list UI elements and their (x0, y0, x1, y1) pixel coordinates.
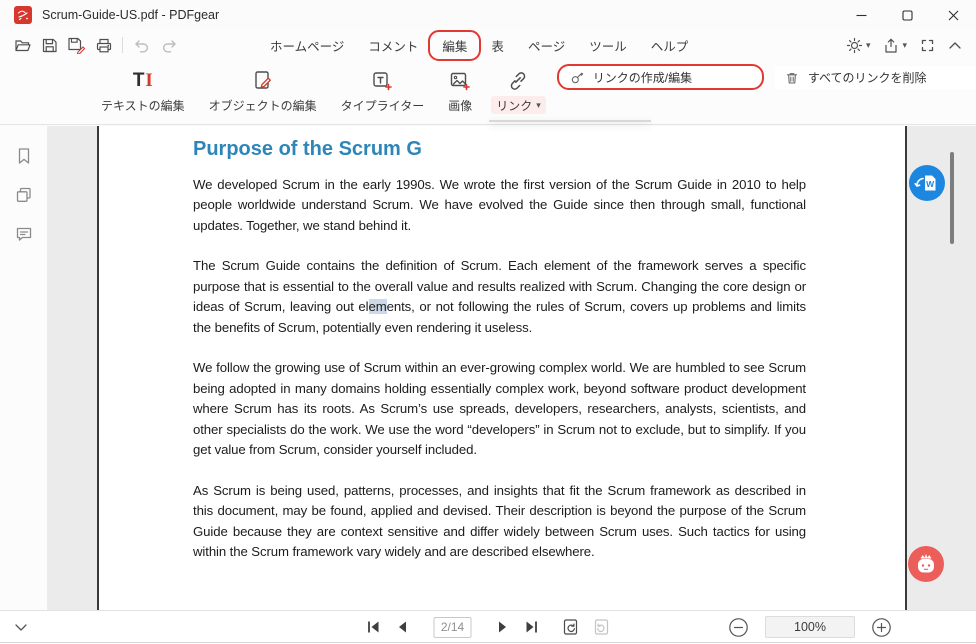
edit-text-button[interactable]: TI テキストの編集 (96, 66, 190, 114)
document-paragraph: We developed Scrum in the early 1990s. W… (193, 175, 806, 237)
edit-text-icon: TI (133, 66, 153, 96)
menu-tab-tools[interactable]: ツール (587, 34, 629, 57)
collapse-statusbar-button[interactable] (14, 623, 28, 632)
link-button[interactable]: リンク▾ (491, 66, 546, 114)
caret-down-icon: ▾ (866, 41, 871, 50)
text-selection-highlight: em (369, 299, 387, 314)
edit-toolbar: TI テキストの編集 オブジェクトの編集 タイプライター 画像 (0, 60, 976, 124)
robot-assistant-icon (908, 546, 944, 582)
document-paragraph: The Scrum Guide contains the definition … (193, 256, 806, 338)
toolbar-divider (122, 37, 123, 53)
window-tools: ▾ ▾ (846, 30, 962, 60)
page-navigation: 2/14 (366, 611, 611, 643)
thumbnails-panel-button[interactable] (14, 185, 34, 205)
edit-object-button[interactable]: オブジェクトの編集 (204, 66, 322, 114)
save-as-button[interactable] (67, 36, 86, 54)
close-button[interactable] (930, 0, 976, 30)
status-bar: 2/14 100% (0, 610, 976, 643)
maximize-button[interactable] (884, 0, 930, 30)
comments-panel-button[interactable] (14, 224, 34, 244)
left-panel-bar (0, 126, 48, 610)
first-page-button[interactable] (366, 619, 382, 635)
collapse-ribbon-button[interactable] (948, 41, 962, 50)
zoom-in-button[interactable] (871, 617, 892, 638)
next-page-button[interactable] (497, 619, 511, 635)
bookmarks-panel-button[interactable] (14, 146, 34, 166)
fullscreen-button[interactable] (920, 38, 935, 53)
typewriter-icon (370, 66, 394, 96)
create-edit-link-icon (570, 71, 584, 85)
pdf-page-content: Purpose of the Scrum G We developed Scru… (193, 136, 806, 583)
caret-down-icon: ▾ (902, 41, 907, 50)
zoom-controls: 100% (728, 611, 892, 643)
pdfgear-logo-icon (14, 6, 32, 24)
document-heading: Purpose of the Scrum G (193, 139, 806, 160)
title-bar: Scrum-Guide-US.pdf - PDFgear (0, 0, 976, 30)
open-file-button[interactable] (14, 37, 32, 54)
svg-text:W: W (926, 179, 935, 189)
redo-button[interactable] (160, 37, 179, 54)
print-button[interactable] (95, 37, 113, 54)
menu-tab-home[interactable]: ホームページ (268, 34, 346, 57)
previous-page-button[interactable] (395, 619, 409, 635)
convert-to-word-icon: W (909, 165, 945, 201)
convert-to-word-button[interactable]: W (909, 165, 945, 201)
menu-tab-comment[interactable]: コメント (366, 34, 420, 57)
insert-image-button[interactable]: 画像 (443, 66, 477, 114)
vertical-scrollbar[interactable] (950, 152, 954, 244)
delete-all-links-icon (785, 71, 799, 85)
link-icon (506, 66, 530, 96)
next-view-button[interactable] (593, 618, 611, 636)
link-button-label: リンク▾ (491, 96, 546, 114)
last-page-button[interactable] (524, 619, 540, 635)
caret-down-icon: ▾ (536, 101, 541, 110)
menu-item-delete-all-links[interactable]: すべてのリンクを削除 (775, 66, 976, 89)
theme-button[interactable]: ▾ (846, 37, 871, 54)
menu-tab-page[interactable]: ページ (526, 34, 567, 57)
menu-tab-help[interactable]: ヘルプ (649, 34, 691, 57)
edit-object-icon (251, 66, 275, 96)
menu-tab-table[interactable]: 表 (489, 34, 506, 57)
link-dropdown-menu (489, 120, 651, 122)
menu-tab-edit[interactable]: 編集 (440, 34, 469, 57)
main-menu: ホームページ コメント 編集 表 ページ ツール ヘルプ (268, 30, 690, 60)
save-button[interactable] (41, 37, 58, 54)
zoom-out-button[interactable] (728, 617, 749, 638)
previous-view-button[interactable] (562, 618, 580, 636)
ribbon: ホームページ コメント 編集 表 ページ ツール ヘルプ ▾ ▾ (0, 30, 976, 125)
undo-button[interactable] (132, 37, 151, 54)
quick-access-toolbar (14, 30, 179, 60)
window-title: Scrum-Guide-US.pdf - PDFgear (42, 8, 219, 22)
typewriter-button[interactable]: タイプライター (336, 66, 430, 114)
document-workspace: Purpose of the Scrum G We developed Scru… (0, 126, 976, 610)
zoom-level-field[interactable]: 100% (765, 616, 855, 638)
document-paragraph: We follow the growing use of Scrum withi… (193, 358, 806, 461)
share-button[interactable]: ▾ (883, 37, 907, 54)
menu-item-create-edit-link[interactable]: リンクの作成/編集 (560, 66, 761, 89)
document-paragraph: As Scrum is being used, patterns, proces… (193, 481, 806, 563)
minimize-button[interactable] (838, 0, 884, 30)
ai-assistant-button[interactable] (908, 546, 944, 582)
pdf-page[interactable]: Purpose of the Scrum G We developed Scru… (97, 126, 907, 610)
image-icon (448, 66, 472, 96)
page-number-field[interactable]: 2/14 (434, 617, 472, 638)
